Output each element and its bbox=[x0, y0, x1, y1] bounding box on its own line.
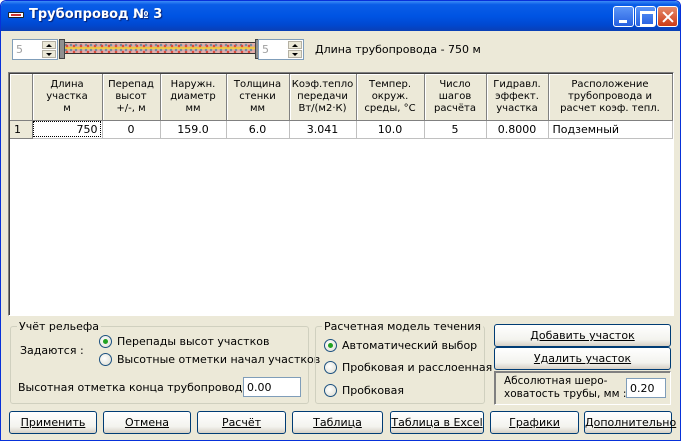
cell-steps[interactable]: 5 bbox=[424, 120, 487, 139]
header-steps[interactable]: Число шагов расчёта bbox=[424, 74, 487, 121]
roughness-input[interactable] bbox=[626, 378, 666, 398]
header-hydraulic-eff[interactable]: Гидравл. эффект. участка bbox=[486, 74, 549, 121]
cell-hydraulic-eff[interactable]: 0.8000 bbox=[486, 120, 549, 139]
calculate-button[interactable]: Расчёт bbox=[197, 411, 286, 434]
table-button[interactable]: Таблица bbox=[292, 411, 383, 434]
header-outer-diameter[interactable]: Наружн. диаметр мм bbox=[160, 74, 227, 121]
radio-height-marks-label[interactable]: Высотные отметки начал участков bbox=[117, 353, 320, 366]
spin-up-icon[interactable] bbox=[288, 41, 302, 49]
flow-model-legend: Расчетная модель течения bbox=[324, 320, 481, 333]
radio-plug-stratified[interactable] bbox=[324, 361, 337, 374]
pipe-app-icon bbox=[8, 12, 24, 18]
header-location[interactable]: Расположение трубопровода и расчет коэф.… bbox=[548, 74, 673, 121]
cell-height-diff[interactable]: 0 bbox=[102, 120, 161, 139]
relief-set-label: Задаются : bbox=[20, 344, 84, 357]
cell-outer-diameter[interactable]: 159.0 bbox=[160, 120, 227, 139]
row-number[interactable]: 1 bbox=[10, 120, 33, 139]
radio-height-diffs[interactable] bbox=[99, 335, 112, 348]
header-length[interactable]: Длина участка м bbox=[32, 74, 103, 121]
sections-grid[interactable]: Длина участка м Перепад высот +/-, м Нар… bbox=[8, 72, 674, 316]
section-spinner-left[interactable] bbox=[12, 39, 58, 60]
spin-down-icon[interactable] bbox=[42, 50, 56, 58]
section-spinner-left-input[interactable] bbox=[14, 41, 38, 58]
title-bar[interactable]: Трубопровод № 3 bbox=[1, 1, 680, 31]
roughness-label: Абсолютная шеро- ховатость трубы, мм : bbox=[504, 375, 627, 400]
end-mark-input[interactable] bbox=[243, 377, 301, 397]
cell-length[interactable]: 750 bbox=[32, 120, 103, 139]
graphs-button[interactable]: Графики bbox=[490, 411, 579, 434]
window-title: Трубопровод № 3 bbox=[29, 7, 163, 22]
spin-down-icon[interactable] bbox=[288, 50, 302, 58]
add-section-button[interactable]: Добавить участок bbox=[494, 324, 671, 347]
more-button[interactable]: Дополнительно bbox=[584, 411, 676, 434]
relief-legend: Учёт рельефа bbox=[19, 320, 100, 333]
header-ambient-temp[interactable]: Темпер. окруж. среды, °С bbox=[356, 74, 425, 121]
radio-auto-model-label[interactable]: Автоматический выбор bbox=[342, 339, 477, 352]
cell-ambient-temp[interactable]: 10.0 bbox=[356, 120, 425, 139]
sections-table: Длина участка м Перепад высот +/-, м Нар… bbox=[10, 74, 673, 139]
header-height-diff[interactable]: Перепад высот +/-, м bbox=[102, 74, 161, 121]
pipeline-window: Трубопровод № 3 Длина трубопровода - 750… bbox=[0, 0, 681, 441]
table-row[interactable]: 1 750 0 159.0 6.0 3.041 10.0 5 0.8000 По… bbox=[10, 120, 673, 139]
minimize-button[interactable] bbox=[613, 6, 634, 27]
radio-plug-label[interactable]: Пробковая bbox=[342, 384, 404, 397]
header-heat-transfer[interactable]: Коэф.тепло передачи Вт/(м2·К) bbox=[289, 74, 357, 121]
spin-up-icon[interactable] bbox=[42, 41, 56, 49]
cell-location[interactable]: Подземный bbox=[548, 120, 673, 139]
header-wall-thickness[interactable]: Толщина стенки мм bbox=[226, 74, 290, 121]
radio-plug-stratified-label[interactable]: Пробковая и расслоенная bbox=[342, 361, 492, 374]
end-mark-label: Высотная отметка конца трубопровода, м : bbox=[18, 381, 272, 394]
pipeline-length-label: Длина трубопровода - 750 м bbox=[315, 43, 481, 56]
maximize-button[interactable] bbox=[635, 6, 656, 27]
cell-heat-transfer[interactable]: 3.041 bbox=[289, 120, 357, 139]
section-spinner-right[interactable] bbox=[258, 39, 304, 60]
radio-auto-model[interactable] bbox=[324, 339, 337, 352]
cell-wall-thickness[interactable]: 6.0 bbox=[226, 120, 290, 139]
cancel-button[interactable]: Отмена bbox=[103, 411, 191, 434]
radio-height-marks[interactable] bbox=[99, 353, 112, 366]
close-button[interactable] bbox=[657, 6, 678, 27]
section-spinner-right-input[interactable] bbox=[260, 41, 284, 58]
excel-table-button[interactable]: Таблица в Excel bbox=[390, 411, 484, 434]
table-header-row: Длина участка м Перепад высот +/-, м Нар… bbox=[10, 74, 673, 121]
delete-section-button[interactable]: Удалить участок bbox=[494, 347, 671, 370]
apply-button[interactable]: Применить bbox=[9, 411, 97, 434]
pipeline-graphic bbox=[59, 39, 261, 59]
radio-height-diffs-label[interactable]: Перепады высот участков bbox=[117, 335, 269, 348]
radio-plug[interactable] bbox=[324, 384, 337, 397]
header-corner bbox=[10, 74, 33, 121]
